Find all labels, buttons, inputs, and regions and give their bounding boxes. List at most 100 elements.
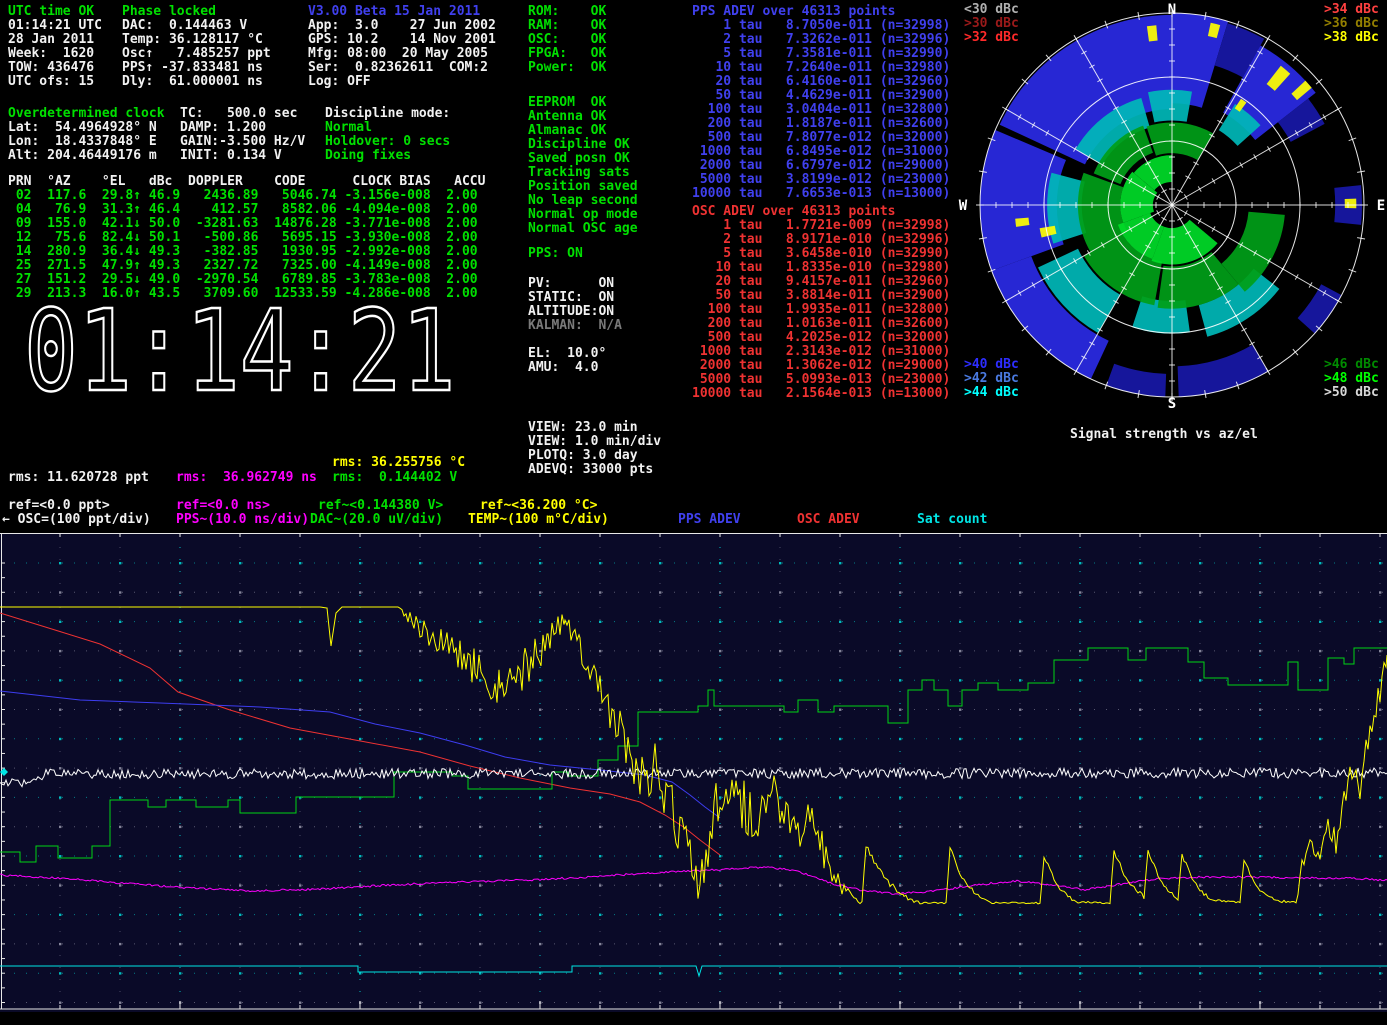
osc-adev-table-line-13: 10000 tau 2.1564e-013 (n=13000) bbox=[692, 387, 950, 401]
grid-node bbox=[1139, 679, 1141, 681]
grid-node bbox=[479, 972, 481, 974]
selftest-block-line-2: OSC: OK bbox=[528, 33, 606, 47]
scale-osc: ← OSC=(100 ppt/div) bbox=[2, 513, 151, 527]
osc-adev-table-line-7: 100 tau 1.9935e-011 (n=32800) bbox=[692, 303, 950, 317]
rim-tick bbox=[1266, 35, 1270, 42]
pps-adev-table-line-3: 5 tau 7.3581e-011 (n=32990) bbox=[692, 47, 950, 61]
grid-node bbox=[539, 943, 541, 945]
grid-node bbox=[779, 1002, 781, 1004]
grid-node bbox=[299, 855, 301, 857]
grid-node bbox=[959, 767, 961, 769]
ref-osc-line-0: ref=<0.0 ppt> bbox=[8, 499, 110, 513]
grid-node bbox=[1079, 826, 1081, 828]
history-plot[interactable] bbox=[0, 533, 1387, 1012]
grid-node bbox=[719, 914, 721, 916]
grid-node bbox=[1379, 709, 1381, 711]
grid-node bbox=[599, 826, 601, 828]
grid-node bbox=[659, 709, 661, 711]
pps-adev-table-line-12: 5000 tau 3.8199e-012 (n=23000) bbox=[692, 173, 950, 187]
sat-table-line-1: 02 117.6 29.8↑ 46.9 2436.89 5046.74 -3.1… bbox=[8, 189, 485, 203]
grid-node bbox=[1199, 943, 1201, 945]
grid-node bbox=[59, 943, 61, 945]
grid-node bbox=[1019, 796, 1021, 798]
grid-node bbox=[59, 650, 61, 652]
selftest-block-line-0: ROM: OK bbox=[528, 5, 606, 19]
grid-node bbox=[719, 679, 721, 681]
receiver-status-block: EEPROM OKAntenna OKAlmanac OKDiscipline … bbox=[528, 96, 638, 236]
view-block-line-0: VIEW: 23.0 min bbox=[528, 421, 661, 435]
grid-node bbox=[659, 796, 661, 798]
dbc-legend-bottom-left-line-1: >42 dBc bbox=[964, 372, 1019, 386]
grid-node bbox=[719, 738, 721, 740]
osc-adev-table-line-6: 50 tau 3.8814e-011 (n=32900) bbox=[692, 289, 950, 303]
elevation-tick bbox=[1161, 190, 1166, 193]
grid-node bbox=[119, 738, 121, 740]
signal-arc-12 bbox=[1148, 90, 1192, 123]
grid-node bbox=[1139, 855, 1141, 857]
receiver-status-block-line-0: EEPROM OK bbox=[528, 96, 638, 110]
grid-node bbox=[1019, 621, 1021, 623]
grid-node bbox=[1259, 591, 1261, 593]
receiver-status-block-line-2: Almanac OK bbox=[528, 124, 638, 138]
pps-adev-table-line-6: 50 tau 4.4629e-011 (n=32900) bbox=[692, 89, 950, 103]
grid-node bbox=[959, 591, 961, 593]
view-block: VIEW: 23.0 minVIEW: 1.0 min/divPLOTQ: 3.… bbox=[528, 421, 661, 477]
grid-node bbox=[1019, 591, 1021, 593]
elevation-tick bbox=[1177, 217, 1182, 220]
grid-node bbox=[659, 562, 661, 564]
osc-adev-table-line-1: 1 tau 1.7721e-009 (n=32998) bbox=[692, 219, 950, 233]
dbc-legend-bottom-left-line-0: >40 dBc bbox=[964, 358, 1019, 372]
grid-node bbox=[959, 826, 961, 828]
grid-node bbox=[1139, 591, 1141, 593]
osc-adev-table-line-12: 5000 tau 5.0993e-013 (n=23000) bbox=[692, 373, 950, 387]
grid-node bbox=[659, 767, 661, 769]
elevation-tick bbox=[1157, 210, 1160, 215]
position-block-line-1: Lat: 54.4964928° N bbox=[8, 121, 165, 135]
elevation-tick bbox=[1249, 342, 1254, 345]
grid-node bbox=[959, 709, 961, 711]
grid-node bbox=[1019, 914, 1021, 916]
grid-node bbox=[1199, 884, 1201, 886]
grid-node bbox=[1259, 709, 1261, 711]
grid-node bbox=[899, 650, 901, 652]
tc-block-line-1: DAMP: 1.200 bbox=[180, 121, 305, 135]
pps-adev-table-line-0: PPS ADEV over 46313 points bbox=[692, 5, 950, 19]
dbc-legend-top-right: >34 dBc>36 dBc>38 dBc bbox=[1324, 3, 1379, 45]
grid-node bbox=[1319, 621, 1321, 623]
scale-pps: PPS~(10.0 ns/div) bbox=[176, 513, 309, 527]
mode-block-line-3: KALMAN: N/A bbox=[528, 319, 622, 333]
grid-node bbox=[1079, 650, 1081, 652]
grid-node bbox=[1319, 914, 1321, 916]
grid-node bbox=[1019, 738, 1021, 740]
sat-table-line-5: 14 280.9 36.4↓ 49.3 -382.85 1930.95 -2.9… bbox=[8, 245, 485, 259]
label-sat-count: Sat count bbox=[917, 513, 987, 527]
grid-node bbox=[1379, 884, 1381, 886]
grid-node bbox=[1259, 621, 1261, 623]
mode-block: PV: ONSTATIC: ONALTITUDE:ONKALMAN: N/A bbox=[528, 277, 622, 333]
elevation-tick bbox=[1185, 176, 1190, 179]
grid-node bbox=[239, 679, 241, 681]
grid-node bbox=[1379, 591, 1381, 593]
grid-node bbox=[779, 738, 781, 740]
grid-node bbox=[539, 650, 541, 652]
grid-node bbox=[1079, 709, 1081, 711]
grid-node bbox=[779, 972, 781, 974]
pps-status: PPS: ON bbox=[528, 247, 583, 261]
mask-block-line-0: EL: 10.0° bbox=[528, 347, 606, 361]
rms-osc-line-0: rms: 11.620728 ppt bbox=[8, 471, 149, 485]
pps-adev-table: PPS ADEV over 46313 points 1 tau 8.7050e… bbox=[692, 5, 950, 201]
grid-node bbox=[119, 826, 121, 828]
pps-adev-table-line-7: 100 tau 3.0404e-011 (n=32800) bbox=[692, 103, 950, 117]
grid-node bbox=[1079, 679, 1081, 681]
pps-status-line-0: PPS: ON bbox=[528, 247, 583, 261]
grid-node bbox=[839, 738, 841, 740]
grid-node bbox=[359, 884, 361, 886]
dbc-legend-top-right-line-0: >34 dBc bbox=[1324, 3, 1379, 17]
grid-node bbox=[1259, 943, 1261, 945]
grid-node bbox=[1139, 972, 1141, 974]
elevation-tick bbox=[1323, 114, 1326, 119]
dbc-legend-top-left-line-1: >30 dBc bbox=[964, 17, 1019, 31]
grid-node bbox=[239, 650, 241, 652]
grid-node bbox=[299, 943, 301, 945]
grid-node bbox=[959, 796, 961, 798]
